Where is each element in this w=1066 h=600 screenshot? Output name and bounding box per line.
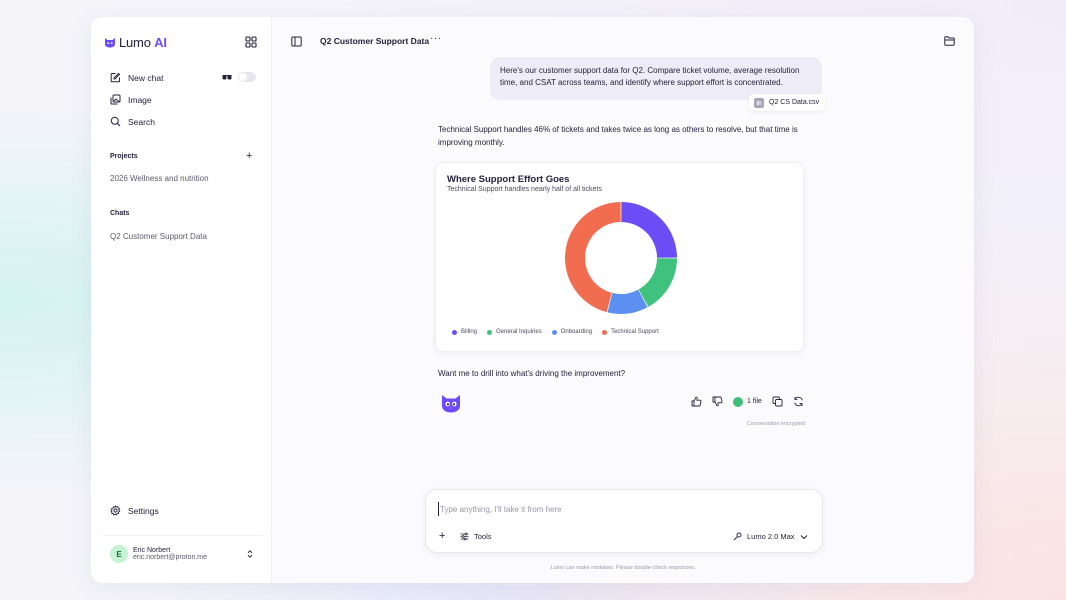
legend-item: General Inquiries bbox=[487, 329, 542, 335]
edit-icon bbox=[110, 72, 121, 83]
legend-label: Onboarding bbox=[560, 329, 593, 335]
legend-item: Billing bbox=[452, 329, 477, 335]
message-actions: 1 file bbox=[691, 396, 804, 407]
chat-title: Q2 Customer Support Data bbox=[320, 36, 430, 46]
add-attachment-button[interactable]: + bbox=[439, 531, 445, 542]
files-count: 1 file bbox=[747, 398, 762, 405]
donut-slice-billing[interactable] bbox=[621, 202, 677, 258]
brand-logo[interactable]: Lumo AI bbox=[104, 35, 167, 50]
project-item[interactable]: 2026 Wellness and nutrition bbox=[110, 174, 209, 183]
apps-grid-icon[interactable] bbox=[244, 35, 258, 49]
lumo-cat-avatar-icon bbox=[442, 395, 460, 413]
file-status-dot bbox=[733, 396, 743, 407]
settings-label: Settings bbox=[128, 505, 159, 516]
copy-icon[interactable] bbox=[772, 396, 783, 407]
assistant-followup: Want me to drill into what's driving the… bbox=[438, 369, 626, 378]
legend-item: Technical Support bbox=[602, 329, 659, 335]
sliders-icon bbox=[460, 532, 469, 541]
model-label: Lumo 2.0 Max bbox=[747, 532, 795, 541]
tools-button[interactable]: Tools bbox=[460, 532, 492, 541]
attachment-chip[interactable]: Q2 CS Data.csv bbox=[749, 94, 826, 111]
model-icon bbox=[733, 532, 742, 541]
legend-label: Technical Support bbox=[611, 329, 659, 335]
sources-files-button[interactable]: 1 file bbox=[733, 396, 762, 407]
cat-logo-icon bbox=[105, 38, 115, 48]
chevron-down-icon bbox=[800, 534, 807, 539]
legend-swatch bbox=[452, 329, 457, 335]
image-stack-icon bbox=[110, 94, 121, 105]
thumbs-up-icon[interactable] bbox=[691, 396, 702, 407]
user-details: Eric Norbert eric.norbert@proton.me bbox=[133, 547, 207, 561]
app-window: Lumo AI New chat Image Search Projects +… bbox=[91, 17, 974, 583]
more-options-button[interactable]: ··· bbox=[430, 33, 442, 44]
assistant-answer: Technical Support handles 46% of tickets… bbox=[438, 125, 798, 147]
donut-slice-general-inquiries[interactable] bbox=[638, 258, 677, 307]
thumbs-down-icon[interactable] bbox=[712, 396, 723, 407]
folder-icon[interactable] bbox=[944, 36, 955, 46]
user-divider bbox=[103, 535, 263, 536]
user-name: Eric Norbert bbox=[133, 547, 171, 554]
search-icon bbox=[110, 116, 121, 127]
user-account[interactable]: E Eric Norbert eric.norbert@proton.me bbox=[110, 545, 207, 563]
settings-button[interactable]: Settings bbox=[110, 505, 159, 516]
user-email: eric.norbert@proton.me bbox=[133, 554, 208, 561]
chat-history-item[interactable]: Q2 Customer Support Data bbox=[110, 232, 207, 241]
model-selector[interactable]: Lumo 2.0 Max bbox=[733, 532, 808, 541]
sidebar: Lumo AI New chat Image Search Projects +… bbox=[91, 17, 272, 583]
legend-label: Billing bbox=[461, 329, 478, 335]
chart-legend: Billing General Inquiries Onboarding Techni… bbox=[452, 329, 659, 335]
disclaimer: Lumo can make mistakes. Please double-ch… bbox=[550, 565, 696, 571]
new-chat-label: New chat bbox=[128, 72, 164, 83]
gear-icon bbox=[110, 505, 121, 516]
message-input[interactable] bbox=[438, 502, 808, 516]
ghost-mode-toggle[interactable] bbox=[222, 72, 256, 82]
tools-label: Tools bbox=[474, 532, 492, 541]
image-button[interactable]: Image bbox=[110, 94, 152, 105]
spreadsheet-icon bbox=[754, 97, 764, 108]
legend-swatch bbox=[551, 329, 557, 335]
legend-swatch bbox=[487, 329, 493, 335]
legend-item: Onboarding bbox=[551, 329, 593, 335]
projects-heading: Projects bbox=[110, 153, 138, 160]
donut-chart-card: Where Support Effort Goes Technical Supp… bbox=[435, 162, 804, 352]
ghost-toggle-switch[interactable] bbox=[238, 72, 256, 82]
chat-area: Q2 Customer Support Data ··· Here's our … bbox=[272, 17, 974, 583]
new-chat-button[interactable]: New chat bbox=[110, 72, 163, 83]
attachment-name: Q2 CS Data.csv bbox=[769, 99, 820, 106]
avatar: E bbox=[110, 545, 128, 563]
brand-name: Lumo AI bbox=[119, 35, 167, 50]
search-button[interactable]: Search bbox=[110, 116, 155, 127]
message-composer: + Tools Lumo 2.0 Max bbox=[425, 489, 823, 553]
legend-label: General Inquiries bbox=[496, 329, 542, 335]
encryption-notice: Conversation encrypted bbox=[747, 421, 806, 427]
chats-heading: Chats bbox=[110, 210, 130, 217]
regenerate-icon[interactable] bbox=[793, 396, 804, 407]
image-label: Image bbox=[128, 94, 152, 105]
search-label: Search bbox=[128, 116, 155, 127]
glasses-icon bbox=[222, 74, 232, 79]
add-project-button[interactable]: + bbox=[246, 151, 252, 162]
chevron-up-down-icon[interactable] bbox=[246, 549, 254, 559]
sidebar-toggle-icon[interactable] bbox=[291, 36, 302, 47]
donut-chart bbox=[564, 202, 677, 314]
legend-swatch bbox=[602, 329, 608, 335]
